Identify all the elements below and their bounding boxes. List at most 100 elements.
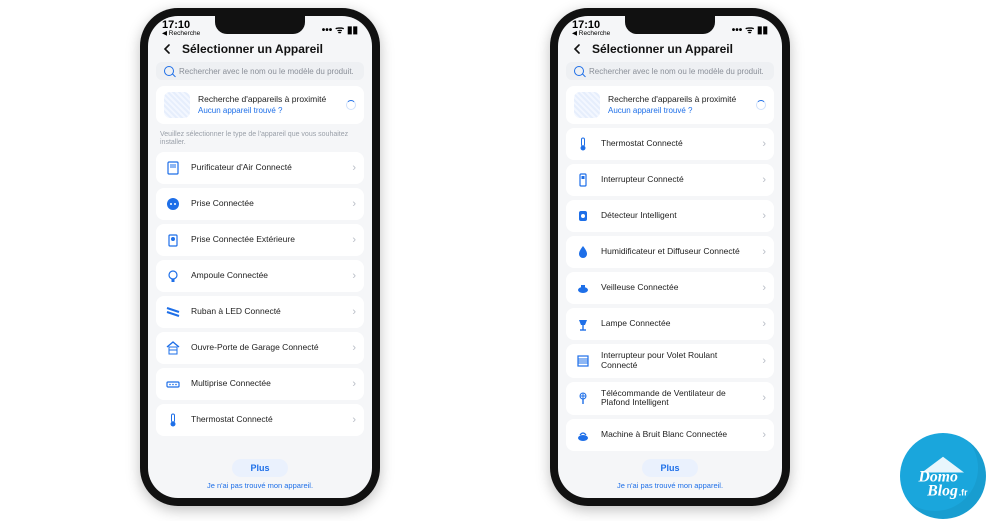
- svg-text:.fr: .fr: [959, 487, 968, 497]
- chevron-right-icon: ›: [352, 162, 356, 174]
- device-row[interactable]: Purificateur d'Air Connecté ›: [156, 152, 364, 184]
- back-button[interactable]: [160, 42, 174, 56]
- device-row[interactable]: Interrupteur Connecté ›: [566, 164, 774, 196]
- breadcrumb-back[interactable]: ◀ Recherche: [162, 31, 200, 38]
- chevron-right-icon: ›: [352, 306, 356, 318]
- device-row[interactable]: Interrupteur pour Volet Roulant Connecté…: [566, 344, 774, 378]
- device-label: Multiprise Connectée: [191, 379, 343, 389]
- back-button[interactable]: [570, 42, 584, 56]
- chevron-right-icon: ›: [352, 342, 356, 354]
- search-icon: [164, 66, 174, 76]
- device-label: Veilleuse Connectée: [601, 283, 753, 293]
- device-label: Interrupteur pour Volet Roulant Connecté: [601, 351, 753, 371]
- device-label: Prise Connectée Extérieure: [191, 235, 343, 245]
- device-label: Purificateur d'Air Connecté: [191, 163, 343, 173]
- no-device-link[interactable]: Aucun appareil trouvé ?: [198, 106, 338, 116]
- proximity-card[interactable]: Recherche d'appareils à proximité Aucun …: [156, 86, 364, 124]
- nightlight-icon: [574, 279, 592, 297]
- device-label: Interrupteur Connecté: [601, 175, 753, 185]
- lamp-icon: [574, 315, 592, 333]
- chevron-right-icon: ›: [762, 429, 766, 441]
- device-label: Ouvre-Porte de Garage Connecté: [191, 343, 343, 353]
- device-row[interactable]: Ampoule Connectée ›: [156, 260, 364, 292]
- device-label: Télécommande de Ventilateur de Plafond I…: [601, 389, 753, 409]
- more-button[interactable]: Plus: [642, 459, 697, 477]
- thermostat-icon: [164, 411, 182, 429]
- svg-text:Blog: Blog: [926, 482, 958, 499]
- not-found-link[interactable]: Je n'ai pas trouvé mon appareil.: [148, 481, 372, 490]
- shutter-switch-icon: [574, 352, 592, 370]
- detector-icon: [574, 207, 592, 225]
- chevron-right-icon: ›: [762, 210, 766, 222]
- chevron-right-icon: ›: [352, 198, 356, 210]
- chevron-right-icon: ›: [352, 270, 356, 282]
- device-row[interactable]: Machine à Bruit Blanc Connectée ›: [566, 419, 774, 451]
- device-label: Thermostat Connecté: [601, 139, 753, 149]
- device-label: Ruban à LED Connecté: [191, 307, 343, 317]
- device-label: Lampe Connectée: [601, 319, 753, 329]
- spinner-icon: [756, 100, 766, 110]
- device-label: Machine à Bruit Blanc Connectée: [601, 430, 753, 440]
- garage-icon: [164, 339, 182, 357]
- device-row[interactable]: Détecteur Intelligent›: [566, 200, 774, 232]
- device-row[interactable]: Prise Connectée Extérieure ›: [156, 224, 364, 256]
- page-title: Sélectionner un Appareil: [182, 42, 323, 56]
- page-title: Sélectionner un Appareil: [592, 42, 733, 56]
- search-placeholder: Rechercher avec le nom ou le modèle du p…: [179, 67, 354, 76]
- notch: [215, 16, 305, 34]
- bulb-icon: [164, 267, 182, 285]
- device-label: Ampoule Connectée: [191, 271, 343, 281]
- switch-icon: [574, 171, 592, 189]
- device-label: Thermostat Connecté: [191, 415, 343, 425]
- device-label: Humidificateur et Diffuseur Connecté: [601, 247, 753, 257]
- proximity-icon: [164, 92, 190, 118]
- chevron-right-icon: ›: [352, 414, 356, 426]
- device-row[interactable]: Ruban à LED Connecté ›: [156, 296, 364, 328]
- search-input[interactable]: Rechercher avec le nom ou le modèle du p…: [566, 62, 774, 80]
- status-indicators: ••• ᯤ ▮▮: [322, 22, 358, 36]
- device-list-2: Thermostat Connecté›Interrupteur Connect…: [566, 128, 774, 454]
- proximity-title: Recherche d'appareils à proximité: [608, 94, 748, 104]
- chevron-right-icon: ›: [762, 174, 766, 186]
- notch: [625, 16, 715, 34]
- search-icon: [574, 66, 584, 76]
- led-strip-icon: [164, 303, 182, 321]
- status-indicators: ••• ᯤ ▮▮: [732, 22, 768, 36]
- device-row[interactable]: Lampe Connectée ›: [566, 308, 774, 340]
- chevron-right-icon: ›: [352, 234, 356, 246]
- search-input[interactable]: Rechercher avec le nom ou le modèle du p…: [156, 62, 364, 80]
- chevron-right-icon: ›: [762, 282, 766, 294]
- chevron-right-icon: ›: [762, 318, 766, 330]
- humidifier-icon: [574, 243, 592, 261]
- chevron-right-icon: ›: [762, 355, 766, 367]
- device-row[interactable]: Thermostat Connecté ›: [156, 404, 364, 436]
- device-row[interactable]: Ouvre-Porte de Garage Connecté ›: [156, 332, 364, 364]
- not-found-link[interactable]: Je n'ai pas trouvé mon appareil.: [558, 481, 782, 490]
- device-row[interactable]: Télécommande de Ventilateur de Plafond I…: [566, 382, 774, 416]
- device-row[interactable]: Prise Connectée›: [156, 188, 364, 220]
- spinner-icon: [346, 100, 356, 110]
- device-row[interactable]: Multiprise Connectée ›: [156, 368, 364, 400]
- device-row[interactable]: Thermostat Connecté ›: [566, 128, 774, 160]
- device-row[interactable]: Humidificateur et Diffuseur Connecté ›: [566, 236, 774, 268]
- power-strip-icon: [164, 375, 182, 393]
- proximity-icon: [574, 92, 600, 118]
- device-row[interactable]: Veilleuse Connectée ›: [566, 272, 774, 304]
- white-noise-icon: [574, 426, 592, 444]
- breadcrumb-back[interactable]: ◀ Recherche: [572, 31, 610, 38]
- chevron-right-icon: ›: [762, 246, 766, 258]
- search-placeholder: Rechercher avec le nom ou le modèle du p…: [589, 67, 764, 76]
- fan-remote-icon: [574, 389, 592, 407]
- phone-mock-2: 17:10 ◀ Recherche ••• ᯤ ▮▮ Sélectionner …: [550, 8, 790, 506]
- more-button[interactable]: Plus: [232, 459, 287, 477]
- chevron-right-icon: ›: [762, 138, 766, 150]
- no-device-link[interactable]: Aucun appareil trouvé ?: [608, 106, 748, 116]
- proximity-card[interactable]: Recherche d'appareils à proximité Aucun …: [566, 86, 774, 124]
- proximity-title: Recherche d'appareils à proximité: [198, 94, 338, 104]
- thermostat-icon: [574, 135, 592, 153]
- helper-text: Veuillez sélectionner le type de l'appar…: [148, 128, 372, 152]
- chevron-right-icon: ›: [762, 392, 766, 404]
- chevron-right-icon: ›: [352, 378, 356, 390]
- outdoor-plug-icon: [164, 231, 182, 249]
- air-purifier-icon: [164, 159, 182, 177]
